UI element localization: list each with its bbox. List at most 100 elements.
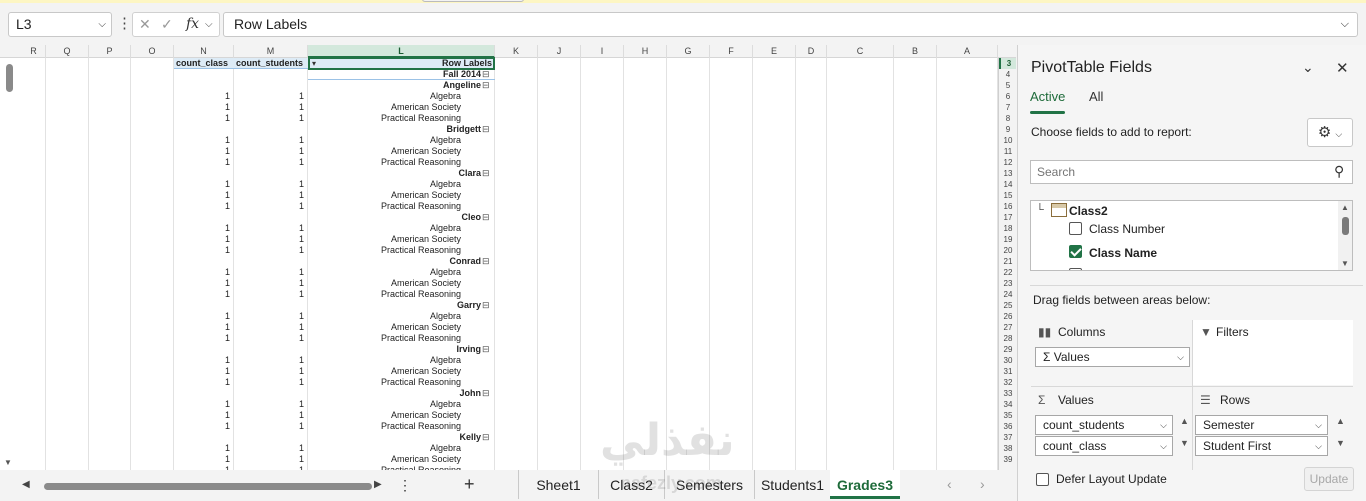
pivot-count-students-cell[interactable]: 1 (234, 102, 308, 113)
sheet-tab[interactable]: Class2 (598, 470, 664, 499)
collapse-icon[interactable]: ⊟ (482, 432, 490, 443)
column-header[interactable]: O (131, 45, 174, 58)
pivot-count-class-cell[interactable]: 1 (174, 91, 234, 102)
pivot-class-label[interactable]: Algebra (308, 223, 495, 234)
field-checkbox[interactable] (1069, 222, 1082, 235)
pivot-count-class-cell[interactable]: 1 (174, 135, 234, 146)
pivot-count-students-cell[interactable]: 1 (234, 399, 308, 410)
pivot-student-label[interactable]: John (308, 388, 495, 399)
columns-area[interactable]: ▮▮ Columns Σ Values ⌵ (1031, 320, 1191, 385)
settings-button[interactable]: ⚙ ⌵ (1307, 118, 1353, 147)
pivot-count-students-cell[interactable]: 1 (234, 333, 308, 344)
chevron-down-icon[interactable]: ⌵ (1341, 13, 1349, 36)
pivot-class-label[interactable]: American Society (308, 278, 495, 289)
pivot-class-label[interactable]: Practical Reasoning (308, 157, 495, 168)
scroll-down-icon[interactable]: ▼ (1341, 259, 1349, 268)
pivot-count-class-cell[interactable]: 1 (174, 267, 234, 278)
pivot-class-label[interactable]: American Society (308, 454, 495, 465)
column-header[interactable]: M (234, 45, 308, 58)
pivot-class-label[interactable]: Practical Reasoning (308, 201, 495, 212)
row-header[interactable]: 12 (999, 157, 1016, 168)
pivot-count-class-cell[interactable]: 1 (174, 399, 234, 410)
values-area[interactable]: Σ Values count_students ⌵ count_class ⌵ ▲ … (1031, 388, 1191, 458)
column-header[interactable]: Q (46, 45, 89, 58)
pivot-count-students-cell[interactable]: 1 (234, 267, 308, 278)
pivot-count-class-cell[interactable]: 1 (174, 421, 234, 432)
row-header[interactable]: 26 (999, 311, 1016, 322)
scroll-down-icon[interactable]: ▼ (1180, 439, 1189, 448)
pivot-count-class-cell[interactable]: 1 (174, 454, 234, 465)
update-button[interactable]: Update (1304, 467, 1354, 491)
collapse-icon[interactable]: └ (1036, 204, 1044, 216)
scroll-up-icon[interactable]: ▲ (1336, 417, 1345, 426)
column-header[interactable]: B (894, 45, 937, 58)
pivot-class-label[interactable]: Practical Reasoning (308, 421, 495, 432)
collapse-icon[interactable]: ⊟ (482, 344, 490, 355)
add-sheet-button[interactable]: + (464, 474, 475, 495)
pivot-class-label[interactable]: Algebra (308, 399, 495, 410)
scroll-thumb[interactable] (1342, 217, 1349, 235)
scroll-thumb[interactable] (6, 64, 13, 92)
pivot-count-class-cell[interactable]: 1 (174, 278, 234, 289)
pivot-count-class-cell[interactable]: 1 (174, 333, 234, 344)
row-header[interactable]: 4 (999, 69, 1016, 80)
formula-bar[interactable]: Row Labels ⌵ (223, 12, 1358, 37)
row-header[interactable]: 38 (999, 443, 1016, 454)
scroll-down-icon[interactable]: ▼ (1336, 439, 1345, 448)
row-header[interactable]: 9 (999, 124, 1016, 135)
chevron-down-icon[interactable]: ⌵ (1177, 348, 1184, 366)
chevron-down-icon[interactable]: ⌵ (205, 13, 213, 36)
field-checkbox[interactable] (1069, 268, 1082, 270)
columns-field-values[interactable]: Σ Values ⌵ (1035, 347, 1190, 367)
pivot-count-class-cell[interactable]: 1 (174, 377, 234, 388)
row-header[interactable]: 17 (999, 212, 1016, 223)
scroll-right-icon[interactable]: ▶ (374, 479, 382, 490)
pivot-student-label[interactable]: Cleo (308, 212, 495, 223)
values-field-count-students[interactable]: count_students ⌵ (1035, 415, 1173, 435)
insert-function-icon[interactable]: fx (186, 13, 199, 36)
pivot-count-class-cell[interactable]: 1 (174, 410, 234, 421)
collapse-icon[interactable]: ⊟ (482, 212, 490, 223)
pivot-class-label[interactable]: American Society (308, 146, 495, 157)
chevron-down-icon[interactable]: ⌵ (98, 13, 106, 36)
row-header[interactable]: 6 (999, 91, 1016, 102)
pivot-count-class-cell[interactable]: 1 (174, 311, 234, 322)
search-input[interactable] (1030, 160, 1353, 184)
row-header[interactable]: 19 (999, 234, 1016, 245)
collapse-icon[interactable]: ⊟ (482, 168, 490, 179)
row-header[interactable]: 32 (999, 377, 1016, 388)
row-header[interactable]: 15 (999, 190, 1016, 201)
pivot-count-students-cell[interactable]: 1 (234, 366, 308, 377)
pivot-count-students-cell[interactable]: 1 (234, 322, 308, 333)
pivot-student-label[interactable]: Garry (308, 300, 495, 311)
row-header[interactable]: 20 (999, 245, 1016, 256)
row-header[interactable]: 33 (999, 388, 1016, 399)
pivot-student-label[interactable]: Angeline (308, 80, 495, 91)
row-header[interactable]: 31 (999, 366, 1016, 377)
pivot-count-students-cell[interactable]: 1 (234, 113, 308, 124)
horizontal-scrollbar[interactable]: ◀ ▶ (22, 479, 384, 491)
rows-field-student-first[interactable]: Student First ⌵ (1195, 436, 1328, 456)
pivot-count-students-cell[interactable]: 1 (234, 201, 308, 212)
pivot-class-label[interactable]: Algebra (308, 267, 495, 278)
sheet-tab[interactable]: Students1 (754, 470, 830, 499)
pivot-count-class-cell[interactable]: 1 (174, 234, 234, 245)
scroll-left-icon[interactable]: ◀ (22, 479, 30, 490)
sheet-tab[interactable]: Sheet1 (518, 470, 598, 499)
notification-tab[interactable] (422, 0, 524, 2)
tab-all[interactable]: All (1089, 89, 1103, 104)
tab-active[interactable]: Active (1030, 89, 1066, 114)
row-header[interactable]: 34 (999, 399, 1016, 410)
row-header[interactable]: 13 (999, 168, 1016, 179)
pivot-student-label[interactable]: Kelly (308, 432, 495, 443)
sheet-tab[interactable]: Grades3 (830, 470, 900, 499)
pivot-count-students-cell[interactable]: 1 (234, 245, 308, 256)
pivot-header-count-class[interactable]: count_class (174, 58, 234, 69)
name-box[interactable]: L3 ⌵ (8, 12, 112, 37)
pivot-class-label[interactable]: American Society (308, 366, 495, 377)
column-header[interactable]: H (624, 45, 667, 58)
pivot-count-class-cell[interactable]: 1 (174, 190, 234, 201)
prev-sheet-icon[interactable]: ‹ (947, 476, 952, 492)
search-icon[interactable]: ⚲ (1334, 163, 1344, 180)
row-header[interactable]: 18 (999, 223, 1016, 234)
